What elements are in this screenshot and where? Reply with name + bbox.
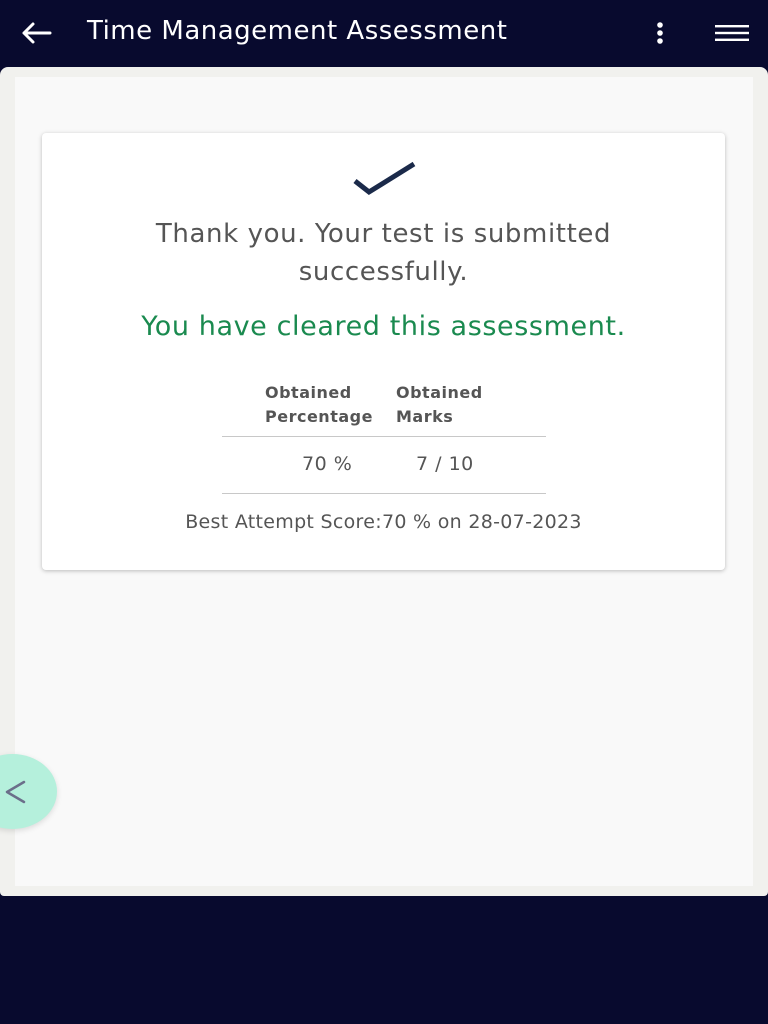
more-vertical-icon: [657, 22, 663, 44]
checkmark-icon: [353, 161, 416, 196]
header-obtained-marks: Obtained Marks: [396, 381, 483, 429]
header-marks-line1: Obtained: [396, 383, 483, 402]
app-bar: Time Management Assessment: [0, 0, 768, 66]
header-marks-line2: Marks: [396, 407, 454, 426]
header-obtained-percentage: Obtained Percentage: [265, 381, 373, 429]
hamburger-menu-icon: [715, 25, 749, 41]
obtained-percentage-value: 70 %: [302, 453, 353, 475]
score-table-header: Obtained Percentage Obtained Marks: [222, 376, 546, 437]
best-attempt-score: Best Attempt Score:70 % on 28-07-2023: [185, 511, 582, 533]
obtained-marks-value: 7 / 10: [416, 453, 474, 475]
table-row: 70 % 7 / 10: [222, 437, 546, 494]
result-card: Thank you. Your test is submitted succes…: [42, 133, 725, 570]
submission-message-line1: Thank you. Your test is submitted: [155, 219, 612, 249]
more-options-button[interactable]: [645, 17, 675, 49]
arrow-left-icon: [22, 22, 52, 44]
chevron-left-icon: [5, 780, 26, 804]
header-percentage-line1: Obtained: [265, 383, 352, 402]
back-button[interactable]: [18, 18, 54, 48]
cleared-message: You have cleared this assessment.: [141, 311, 626, 342]
page-title: Time Management Assessment: [87, 16, 508, 46]
submission-message: Thank you. Your test is submitted succes…: [42, 215, 725, 291]
header-percentage-line2: Percentage: [265, 407, 373, 426]
menu-button[interactable]: [712, 18, 752, 48]
score-table: Obtained Percentage Obtained Marks 70 % …: [222, 376, 546, 494]
submission-message-line2: successfully.: [298, 257, 469, 287]
